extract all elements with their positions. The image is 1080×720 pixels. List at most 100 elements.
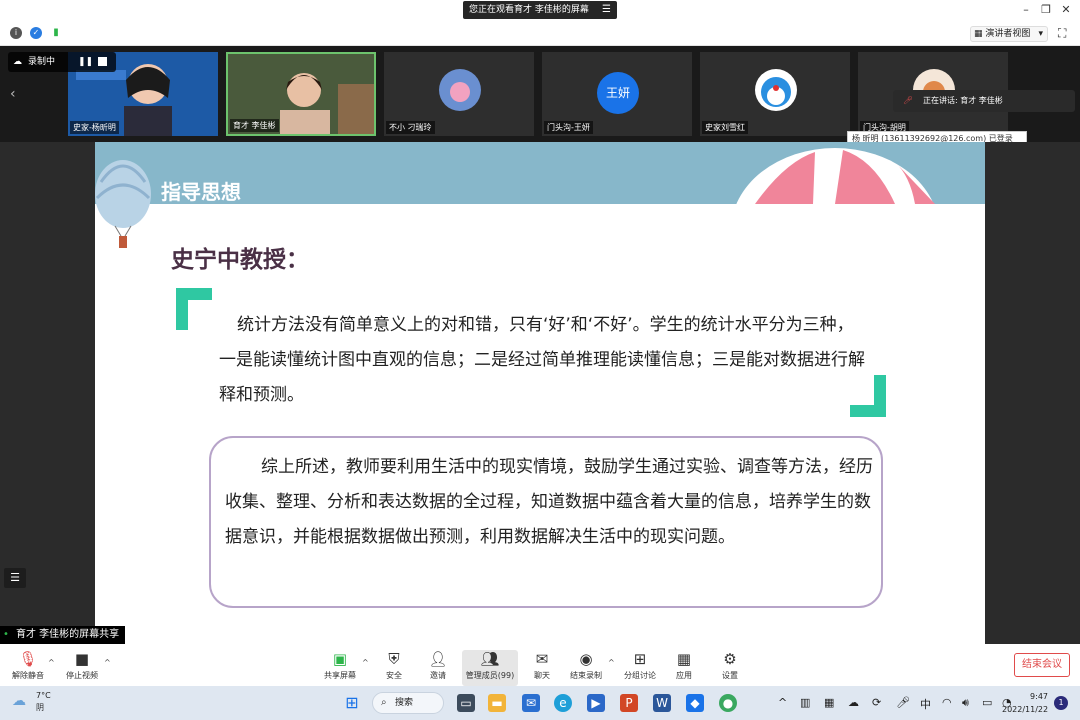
speaker-view-label: 演讲者视图 [985, 29, 1031, 39]
cloud-icon: ☁ [13, 57, 22, 67]
fullscreen-icon[interactable]: ⛶ [1058, 26, 1066, 41]
share-screen-button[interactable]: ▣ 共享屏幕 [312, 650, 368, 686]
participant-avatar: 王妍 [597, 72, 639, 114]
cloud-icon: ☁ [12, 693, 26, 709]
gear-icon: ⚙ [723, 650, 737, 668]
participant-name: 史家刘雪红 [702, 121, 748, 134]
close-icon[interactable]: ✕ [1058, 3, 1074, 16]
shared-screen-area: 指导思想 史宁中教授： 统计方法没有简单意义上的对和错，只有‘好’和‘不好’。学… [0, 142, 1080, 644]
recording-label: 录制中 [28, 57, 56, 67]
system-clock[interactable]: 9:47 2022/11/22 [1002, 690, 1048, 716]
mic-muted-icon: 🎤︎ [903, 96, 914, 105]
pause-icon[interactable]: ❚❚ [78, 56, 93, 68]
screen-share-label: • 育才 李佳彬的屏幕共享 [0, 626, 126, 644]
video-tile[interactable]: 不小 刁瑞玲 [384, 52, 534, 136]
minimize-icon[interactable]: – [1018, 3, 1034, 16]
chevron-left-icon[interactable]: ‹ [10, 86, 16, 102]
manage-members-label: 管理成员(99) [465, 671, 515, 680]
meeting-info-bar: i ✓ ▮ ▦ 演讲者视图 ▾ ⛶ [0, 22, 1080, 46]
powerpoint-icon[interactable]: P [620, 694, 638, 712]
end-recording-button[interactable]: ◉ 结束录制 [558, 650, 614, 686]
chevron-up-icon[interactable]: ^ [104, 658, 111, 667]
speaker-view-button[interactable]: ▦ 演讲者视图 ▾ [970, 26, 1048, 42]
participant-name: 不小 刁瑞玲 [386, 121, 435, 134]
members-icon: 👥︎ [480, 650, 500, 668]
recording-indicator[interactable]: ☁ 录制中 ❚❚ [8, 52, 116, 72]
manage-members-button[interactable]: 👥︎ 管理成员(99) [462, 650, 518, 686]
share-banner[interactable]: 您正在观看育才 李佳彬的屏幕 ☰ [463, 1, 617, 19]
clock-time: 9:47 [1030, 692, 1048, 701]
battery-icon[interactable]: ▭ [982, 696, 992, 709]
invite-label: 邀请 [430, 671, 446, 680]
end-meeting-button[interactable]: 结束会议 [1014, 653, 1070, 677]
notification-badge[interactable]: 1 [1054, 696, 1068, 710]
video-tile[interactable]: 王妍 门头沟-王妍 [542, 52, 692, 136]
tencent-meeting-icon[interactable]: ◆ [686, 694, 704, 712]
wifi-icon[interactable]: ◠ [942, 696, 952, 709]
share-banner-text: 您正在观看育才 李佳彬的屏幕 [469, 5, 589, 15]
tray-grid-icon[interactable]: ▦ [824, 696, 834, 709]
edge-browser-icon[interactable]: e [554, 694, 572, 712]
media-player-icon[interactable]: ▶ [587, 694, 605, 712]
participant-name: 育才 李佳彬 [230, 119, 279, 132]
ime-indicator[interactable]: 中 [920, 696, 931, 712]
video-tile[interactable]: 育才 李佳彬 [226, 52, 376, 136]
settings-label: 设置 [722, 671, 738, 680]
list-icon[interactable]: ☰ [4, 568, 26, 588]
video-tile[interactable]: 史家刘雪红 [700, 52, 850, 136]
quote-close-mark [850, 375, 886, 417]
meeting-toolbar: 🎙︎ 解除静音 ^ ■ 停止视频 ^ ▣ 共享屏幕 ^ ⛨ 安全 👤︎ 邀请 👥… [0, 644, 1080, 686]
microphone-icon[interactable]: 🎤︎ [896, 696, 910, 709]
active-speaker-label: 正在讲话: 育才 李佳彬 [923, 96, 1003, 105]
sync-icon[interactable]: ⟳ [872, 696, 881, 709]
stop-video-label: 停止视频 [66, 671, 98, 680]
add-user-icon: 👤︎ [428, 650, 448, 668]
share-screen-icon: ▣ [332, 650, 348, 668]
weather-widget[interactable]: ☁ 7°C 阴 [12, 690, 51, 714]
signal-icon[interactable]: ▮ [50, 27, 62, 39]
word-icon[interactable]: W [653, 694, 671, 712]
file-explorer-icon[interactable]: ▬ [488, 694, 506, 712]
taskbar-search-label: 搜索 [395, 698, 414, 708]
summary-box: 综上所述，教师要利用生活中的现实情境，鼓励学生通过实验、调查等方法，经历收集、整… [209, 436, 883, 608]
quote-open-mark [176, 288, 212, 330]
unmute-button[interactable]: 🎙︎ 解除静音 [0, 650, 56, 686]
weather-temperature: 7°C [36, 691, 51, 700]
cloud-tray-icon[interactable]: ☁ [848, 696, 859, 709]
weather-condition: 阴 [36, 703, 44, 712]
video-camera-icon: ■ [74, 650, 90, 668]
screen-share-label-text: 育才 李佳彬的屏幕共享 [16, 629, 120, 640]
menu-icon[interactable]: ☰ [602, 1, 611, 19]
grid-icon: ▦ [974, 29, 986, 39]
chevron-up-icon[interactable]: ^ [778, 696, 787, 709]
unmute-label: 解除静音 [12, 671, 44, 680]
taskbar-search[interactable]: ⌕ 搜索 [372, 692, 444, 714]
clock-date: 2022/11/22 [1002, 705, 1049, 714]
stop-video-button[interactable]: ■ 停止视频 [54, 650, 110, 686]
windows-taskbar: ☁ 7°C 阴 ⊞ ⌕ 搜索 ▭ ▬ ✉ e ▶ P W ◆ ● ^ ▥ ▦ ☁… [0, 686, 1080, 720]
share-screen-label: 共享屏幕 [324, 671, 356, 680]
app-tray-icon[interactable]: ▥ [800, 696, 810, 709]
task-view-icon[interactable]: ▭ [457, 694, 475, 712]
browser-icon[interactable]: ● [719, 694, 737, 712]
windows-start-icon[interactable]: ⊞ [343, 694, 361, 712]
end-recording-label: 结束录制 [570, 671, 602, 680]
invite-button[interactable]: 👤︎ 邀请 [410, 650, 466, 686]
mail-icon[interactable]: ✉ [522, 694, 540, 712]
volume-icon[interactable]: 🔊︎ [962, 696, 969, 710]
chevron-down-icon: ▾ [1038, 29, 1043, 39]
participant-name: 史家-杨昕明 [70, 121, 119, 134]
active-speaker-indicator: 🎤︎ 正在讲话: 育才 李佳彬 [893, 90, 1075, 112]
info-icon[interactable]: i [10, 27, 22, 39]
settings-button[interactable]: ⚙ 设置 [702, 650, 758, 686]
presentation-slide: 指导思想 史宁中教授： 统计方法没有简单意义上的对和错，只有‘好’和‘不好’。学… [95, 142, 985, 644]
window-title-bar: 您正在观看育才 李佳彬的屏幕 ☰ – ❐ ✕ [0, 0, 1080, 22]
mic-icon: • [3, 629, 9, 640]
participant-name: 门头沟-王妍 [544, 121, 593, 134]
summary-paragraph: 综上所述，教师要利用生活中的现实情境，鼓励学生通过实验、调查等方法，经历收集、整… [225, 457, 873, 547]
shield-icon[interactable]: ✓ [30, 27, 42, 39]
stop-icon[interactable] [98, 57, 107, 66]
restore-icon[interactable]: ❐ [1038, 3, 1054, 16]
search-icon: ⌕ [381, 697, 387, 708]
slide-title: 指导思想 [161, 180, 241, 204]
